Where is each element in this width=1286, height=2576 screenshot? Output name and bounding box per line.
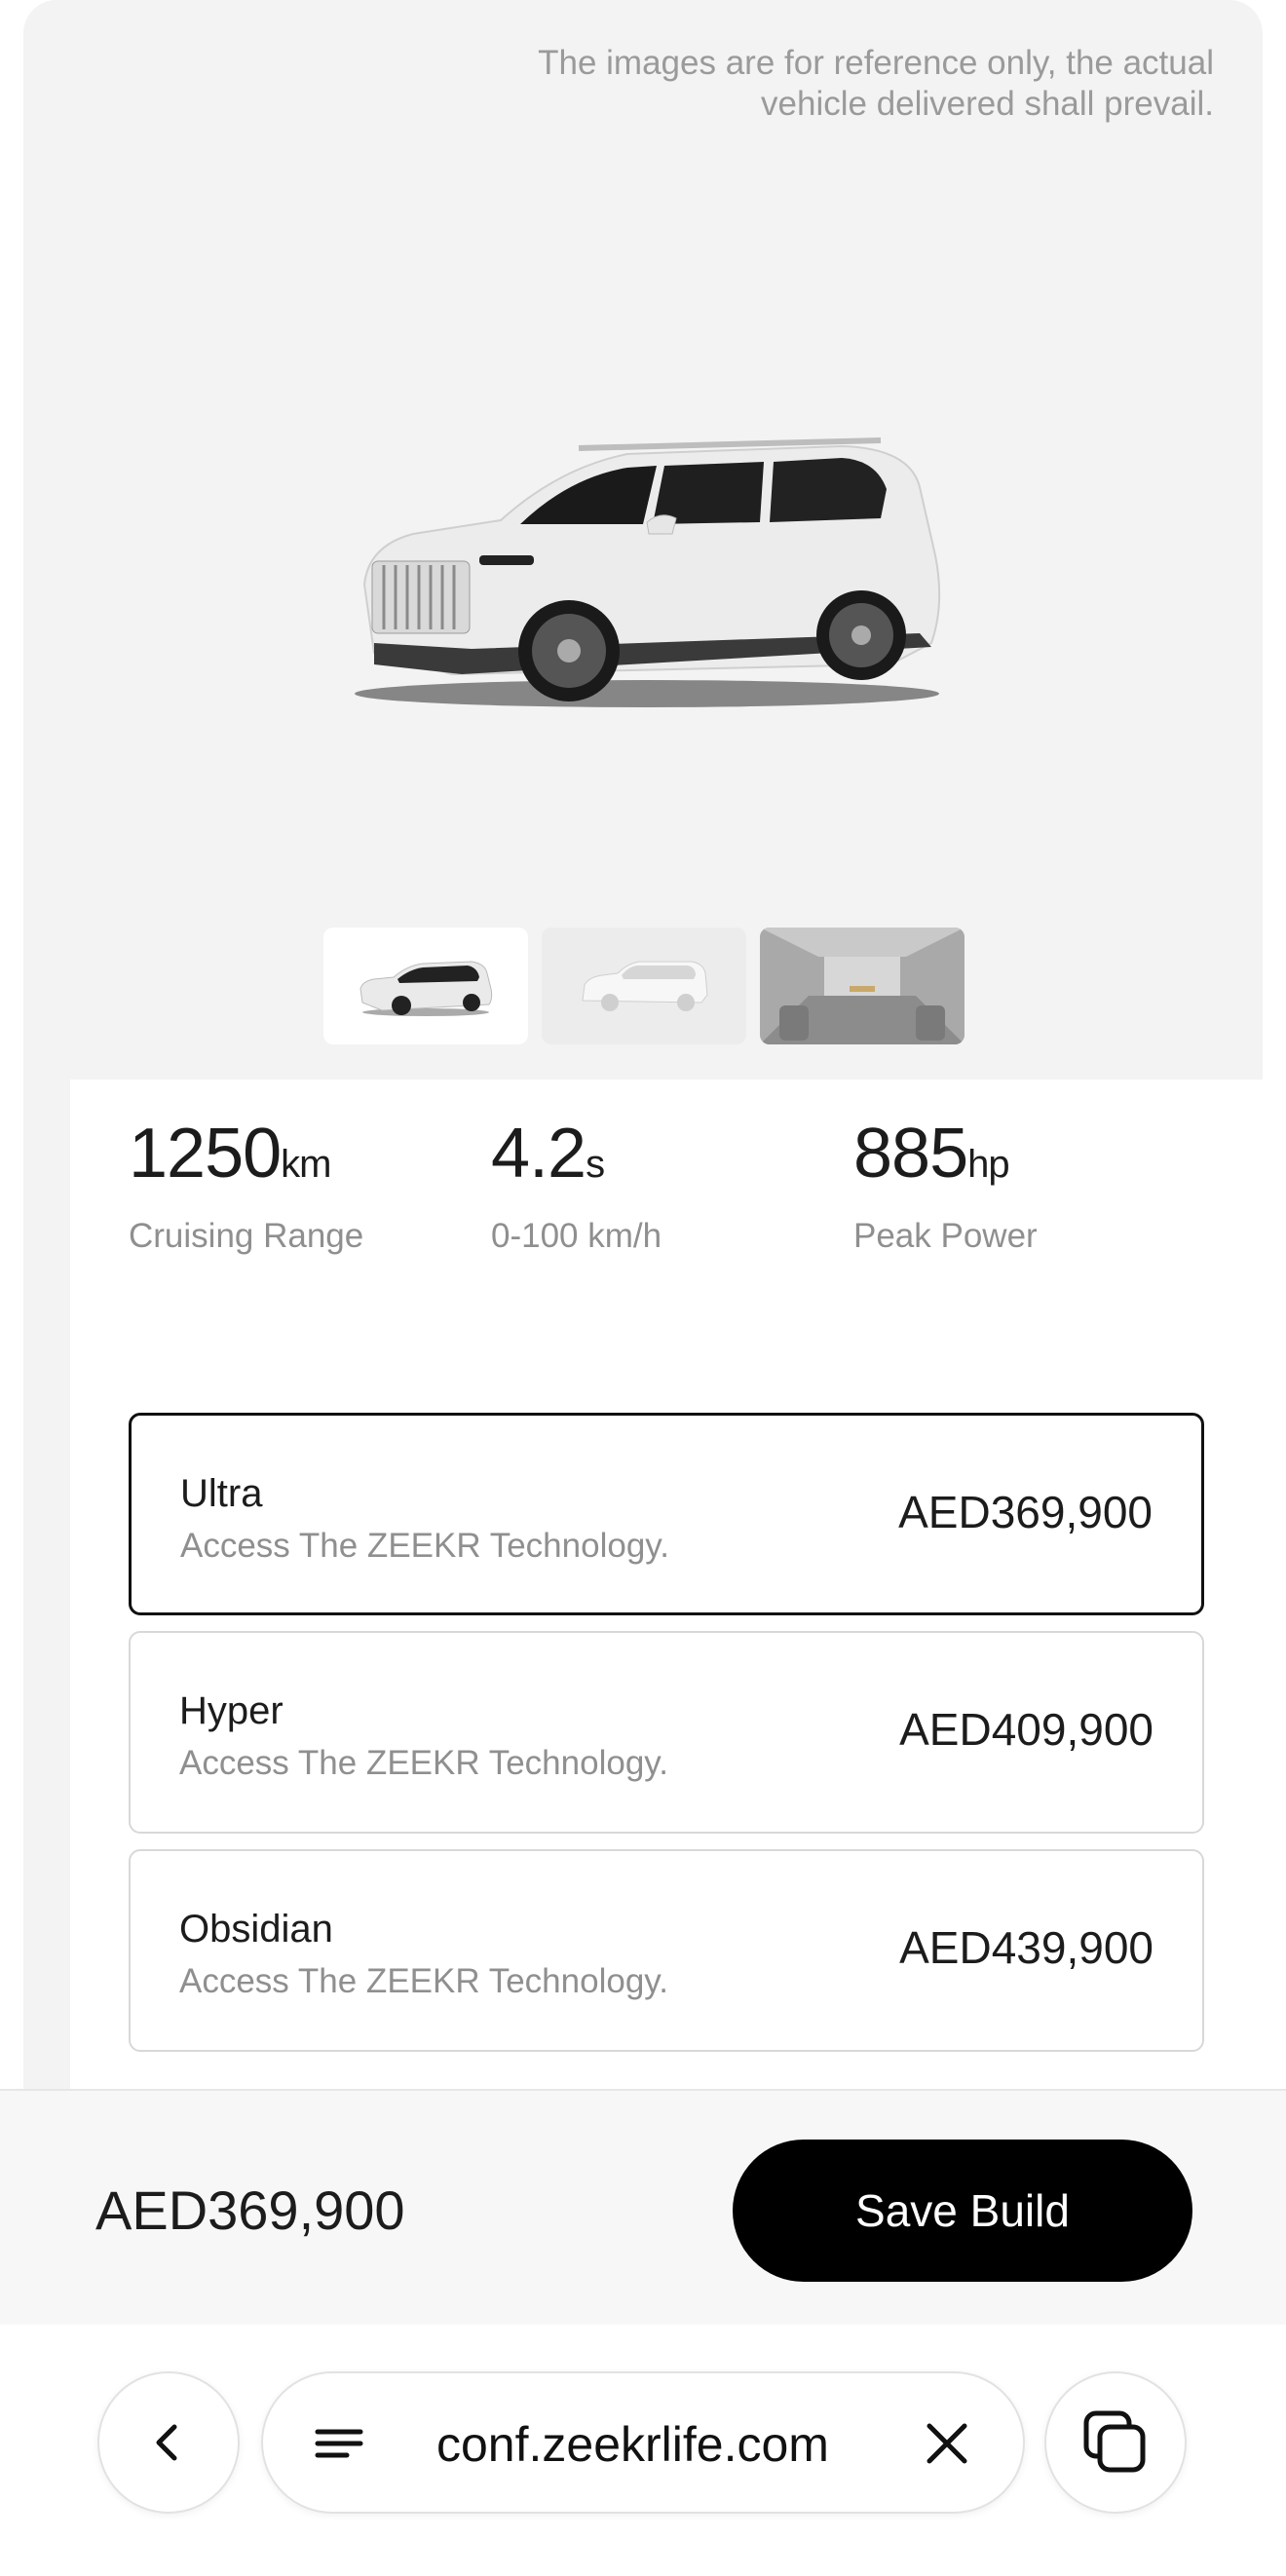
trim-name: Obsidian — [179, 1908, 333, 1951]
trim-price: AED439,900 — [899, 1922, 1154, 1973]
total-price: AED369,900 — [95, 2179, 405, 2241]
trim-description: Access The ZEEKR Technology. — [179, 1962, 668, 2000]
url-text: conf.zeekrlife.com — [436, 2417, 829, 2472]
thumbnail-front-view[interactable] — [323, 928, 528, 1044]
trim-options: Ultra Access The ZEEKR Technology. AED36… — [129, 1413, 1204, 2067]
trim-name: Ultra — [180, 1472, 263, 1515]
interior-thumbnail-icon — [760, 928, 964, 1044]
browser-toolbar: conf.zeekrlife.com — [0, 2325, 1286, 2576]
trim-option-hyper[interactable]: Hyper Access The ZEEKR Technology. AED40… — [129, 1631, 1204, 1834]
trim-description: Access The ZEEKR Technology. — [179, 1744, 668, 1782]
trim-option-obsidian[interactable]: Obsidian Access The ZEEKR Technology. AE… — [129, 1849, 1204, 2052]
trim-name: Hyper — [179, 1689, 284, 1732]
chevron-left-icon — [156, 2424, 177, 2461]
car-hero-image — [335, 409, 959, 721]
spec-label: 0-100 km/h — [491, 1217, 662, 1255]
spec-value: 1250 — [129, 1115, 282, 1193]
suv-side-thumbnail-icon — [582, 961, 708, 1011]
tabs-button[interactable] — [1044, 2371, 1187, 2514]
spec-cruising-range: 1250km Cruising Range — [129, 1115, 491, 1256]
configurator-page: The images are for reference only, the a… — [23, 0, 1263, 2089]
trim-option-ultra[interactable]: Ultra Access The ZEEKR Technology. AED36… — [129, 1413, 1204, 1615]
close-icon[interactable] — [920, 2416, 974, 2476]
image-disclaimer: The images are for reference only, the a… — [538, 44, 1214, 123]
spec-summary: 1250km Cruising Range 4.2s 0-100 km/h 88… — [129, 1115, 1216, 1256]
image-thumbnails — [323, 928, 964, 1044]
spec-unit: km — [281, 1143, 331, 1186]
save-build-button[interactable]: Save Build — [733, 2140, 1192, 2282]
trim-price: AED409,900 — [899, 1704, 1154, 1755]
spec-acceleration: 4.2s 0-100 km/h — [491, 1115, 853, 1256]
spec-label: Peak Power — [853, 1217, 1038, 1255]
address-bar[interactable]: conf.zeekrlife.com — [261, 2371, 1025, 2514]
back-button[interactable] — [97, 2371, 240, 2514]
config-content: 1250km Cruising Range 4.2s 0-100 km/h 88… — [70, 1080, 1263, 2089]
trim-description: Access The ZEEKR Technology. — [180, 1527, 669, 1565]
spec-unit: s — [586, 1143, 605, 1186]
trim-price: AED369,900 — [898, 1487, 1153, 1537]
spec-value: 885 — [853, 1115, 968, 1193]
thumbnail-side-view[interactable] — [542, 928, 746, 1044]
spec-unit: hp — [967, 1143, 1009, 1186]
price-footer: AED369,900 Save Build — [0, 2089, 1286, 2325]
spec-peak-power: 885hp Peak Power — [853, 1115, 1216, 1256]
spec-value: 4.2 — [491, 1115, 586, 1193]
tabs-icon — [1083, 2410, 1146, 2473]
menu-lines-icon[interactable] — [312, 2416, 366, 2476]
spec-label: Cruising Range — [129, 1217, 364, 1255]
suv-front-thumbnail-icon — [359, 961, 493, 1016]
thumbnail-interior-view[interactable] — [760, 928, 964, 1044]
